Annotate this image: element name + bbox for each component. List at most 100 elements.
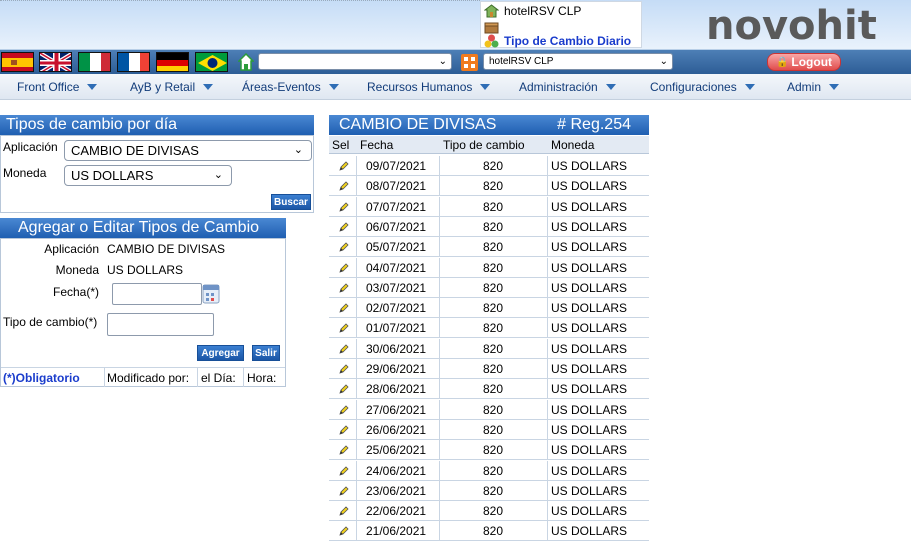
nav-label: Administración xyxy=(519,80,598,94)
lock-icon: 🔒 xyxy=(775,56,789,68)
cell-tipo: 820 xyxy=(482,301,504,316)
pencil-icon[interactable] xyxy=(338,241,350,253)
hotel-select[interactable]: hotelRSV CLP ⌄ xyxy=(483,53,673,70)
table-row[interactable]: 28/06/2021 820 US DOLLARS xyxy=(329,379,649,400)
pencil-icon[interactable] xyxy=(338,180,350,192)
col-divider xyxy=(356,460,357,481)
nav-administracion[interactable]: Administración xyxy=(519,74,616,100)
page: hotelRSV CLP Tipo de Cambio Diario novoh… xyxy=(0,0,911,544)
filter-panel-title-text: Tipos de cambio por día xyxy=(6,116,178,133)
module-box[interactable] xyxy=(484,19,504,34)
table-row[interactable]: 01/07/2021 820 US DOLLARS xyxy=(329,318,649,339)
table-row[interactable]: 08/07/2021 820 US DOLLARS xyxy=(329,176,649,197)
col-divider xyxy=(547,237,548,258)
table-row[interactable]: 05/07/2021 820 US DOLLARS xyxy=(329,237,649,258)
aplicacion-select[interactable]: CAMBIO DE DIVISAS ⌄ xyxy=(64,140,312,161)
pencil-icon[interactable] xyxy=(338,505,350,517)
italy-flag-icon[interactable] xyxy=(78,52,111,72)
module-tipo-cambio[interactable]: Tipo de Cambio Diario xyxy=(484,33,631,48)
brazil-flag-icon[interactable] xyxy=(195,52,228,72)
pencil-icon[interactable] xyxy=(338,322,350,334)
table-row[interactable]: 27/06/2021 820 US DOLLARS xyxy=(329,399,649,420)
nav-front-office[interactable]: Front Office xyxy=(17,74,98,100)
spain-flag-icon[interactable] xyxy=(1,52,34,72)
nav-admin[interactable]: Admin xyxy=(787,74,840,100)
table-row[interactable]: 22/06/2021 820 US DOLLARS xyxy=(329,501,649,522)
header-grid xyxy=(0,0,480,3)
pencil-icon[interactable] xyxy=(338,221,350,233)
nav-label: Recursos Humanos xyxy=(367,80,473,94)
table-row[interactable]: 09/07/2021 820 US DOLLARS xyxy=(329,156,649,176)
buscar-button[interactable]: Buscar xyxy=(271,194,311,210)
el-dia-label: el Día: xyxy=(201,371,236,385)
moneda-select[interactable]: US DOLLARS ⌄ xyxy=(64,165,232,186)
pencil-icon[interactable] xyxy=(338,343,350,355)
nav-recursos-humanos[interactable]: Recursos Humanos xyxy=(367,74,491,100)
caret-down-icon xyxy=(328,83,339,90)
table-title: CAMBIO DE DIVISAS # Reg.254 xyxy=(329,115,649,135)
pencil-icon[interactable] xyxy=(338,444,350,456)
uk-flag-icon[interactable] xyxy=(39,52,72,72)
table-row[interactable]: 23/06/2021 820 US DOLLARS xyxy=(329,480,649,501)
pencil-icon[interactable] xyxy=(338,525,350,537)
col-divider xyxy=(356,521,357,542)
nav-configuraciones[interactable]: Configuraciones xyxy=(650,74,755,100)
pencil-icon[interactable] xyxy=(338,160,350,172)
pencil-icon[interactable] xyxy=(338,404,350,416)
col-divider xyxy=(356,277,357,298)
col-tipo: Tipo de cambio xyxy=(443,138,525,152)
col-divider xyxy=(547,176,548,197)
chevron-down-icon: ⌄ xyxy=(438,56,447,67)
nav-areas-eventos[interactable]: Áreas-Eventos xyxy=(242,74,339,100)
cell-fecha: 25/06/2021 xyxy=(366,443,427,458)
logout-button[interactable]: 🔒 Logout xyxy=(767,53,841,71)
pencil-icon[interactable] xyxy=(338,201,350,213)
cell-fecha: 26/06/2021 xyxy=(366,422,427,437)
table-row[interactable]: 03/07/2021 820 US DOLLARS xyxy=(329,277,649,298)
table-row[interactable]: 21/06/2021 820 US DOLLARS xyxy=(329,521,649,542)
col-divider xyxy=(547,338,548,359)
cell-moneda: US DOLLARS xyxy=(551,219,628,234)
pencil-icon[interactable] xyxy=(338,302,350,314)
table-row[interactable]: 29/06/2021 820 US DOLLARS xyxy=(329,359,649,379)
col-sel: Sel xyxy=(332,138,350,152)
table-row[interactable]: 02/07/2021 820 US DOLLARS xyxy=(329,298,649,319)
pencil-icon[interactable] xyxy=(338,485,350,497)
fecha-input[interactable] xyxy=(112,283,202,305)
tipo-cambio-input[interactable] xyxy=(107,313,214,336)
col-divider xyxy=(547,196,548,217)
module-hotelrsv[interactable]: hotelRSV CLP xyxy=(484,3,581,18)
table-row[interactable]: 04/07/2021 820 US DOLLARS xyxy=(329,257,649,278)
pencil-icon[interactable] xyxy=(338,465,350,477)
table-row[interactable]: 30/06/2021 820 US DOLLARS xyxy=(329,338,649,359)
cell-fecha: 02/07/2021 xyxy=(366,301,427,316)
cell-moneda: US DOLLARS xyxy=(551,159,628,173)
cell-tipo: 820 xyxy=(482,341,504,356)
moneda-label: Moneda xyxy=(3,166,47,180)
col-divider xyxy=(356,318,357,339)
pencil-icon[interactable] xyxy=(338,383,350,395)
agregar-button[interactable]: Agregar xyxy=(197,345,244,361)
novohit-logo: novohit xyxy=(706,3,877,49)
tipo-cambio-label: Tipo de cambio(*) xyxy=(3,315,98,329)
modificado-label: Modificado por: xyxy=(107,371,190,385)
home-icon[interactable] xyxy=(238,53,254,71)
table-row[interactable]: 26/06/2021 820 US DOLLARS xyxy=(329,419,649,440)
table-row[interactable]: 25/06/2021 820 US DOLLARS xyxy=(329,440,649,461)
table-row[interactable]: 06/07/2021 820 US DOLLARS xyxy=(329,216,649,237)
search-select[interactable]: ⌄ xyxy=(258,53,452,70)
table-row[interactable]: 07/07/2021 820 US DOLLARS xyxy=(329,196,649,217)
pencil-icon[interactable] xyxy=(338,262,350,274)
france-flag-icon[interactable] xyxy=(117,52,150,72)
pencil-icon[interactable] xyxy=(338,363,350,375)
calendar-icon[interactable] xyxy=(202,284,220,304)
table-row[interactable]: 24/06/2021 820 US DOLLARS xyxy=(329,460,649,481)
pencil-icon[interactable] xyxy=(338,424,350,436)
germany-flag-icon[interactable] xyxy=(156,52,189,72)
pencil-icon[interactable] xyxy=(338,282,350,294)
cell-fecha: 06/07/2021 xyxy=(366,219,427,234)
salir-button[interactable]: Salir xyxy=(252,345,280,361)
record-count: # Reg.254 xyxy=(557,116,631,133)
nav-ayb-retail[interactable]: AyB y Retail xyxy=(130,74,214,100)
col-divider xyxy=(356,419,357,440)
